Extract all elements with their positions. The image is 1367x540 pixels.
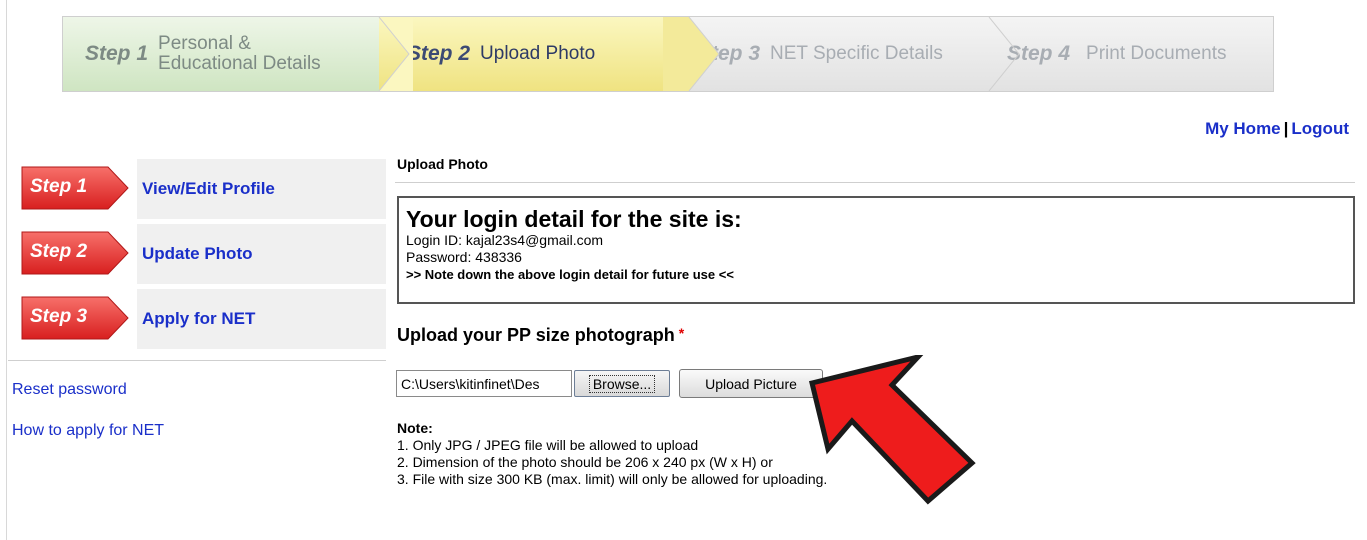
login-note: >> Note down the above login detail for … <box>406 267 734 282</box>
sidebar-link-cell: View/Edit Profile <box>137 159 386 219</box>
login-detail-box: Your login detail for the site is: Login… <box>397 196 1355 304</box>
wizard-step-1: Step 1 Personal & Educational Details <box>63 17 379 91</box>
browse-button-label: Browse... <box>588 374 656 393</box>
note-item: 2. Dimension of the photo should be 206 … <box>397 454 773 470</box>
frame-border <box>6 0 7 540</box>
upload-heading: Upload your PP size photograph * <box>397 325 684 346</box>
wizard-step-label: Upload Photo <box>480 43 596 64</box>
step-badge-label: Step 1 <box>30 176 88 197</box>
chevron-separator-icon <box>378 17 413 91</box>
sidebar-step-2: Step 2 Update Photo <box>20 224 386 284</box>
wizard-step-label: NET Specific Details <box>770 43 943 64</box>
browse-button[interactable]: Browse... <box>574 370 670 397</box>
wizard-progress: Step 1 Personal & Educational Details St… <box>62 16 1274 92</box>
wizard-step-2: Step 2 Upload Photo <box>379 17 689 91</box>
login-heading: Your login detail for the site is: <box>406 206 742 232</box>
step-badge-label: Step 2 <box>30 241 88 262</box>
wizard-step-label: Personal & Educational Details <box>158 33 321 74</box>
reset-password-link[interactable]: Reset password <box>12 381 127 399</box>
chevron-separator-icon <box>988 17 1020 91</box>
title-divider <box>395 182 1355 183</box>
red-pointer-arrow-icon <box>808 355 976 505</box>
note-title: Note: <box>397 420 433 436</box>
link-separator: | <box>1283 119 1289 138</box>
password-text: Password: 438336 <box>406 249 522 265</box>
header-links: My Home | Logout <box>1205 119 1349 139</box>
sidebar-link-cell: Apply for NET <box>137 289 386 349</box>
login-id-text: Login ID: kajal23s4@gmail.com <box>406 232 604 248</box>
required-mark: * <box>678 325 685 341</box>
upload-notes: Note: 1. Only JPG / JPEG file will be al… <box>397 420 827 488</box>
note-item: 3. File with size 300 KB (max. limit) wi… <box>397 471 828 487</box>
step-badge: Step 3 <box>20 295 130 341</box>
update-photo-link[interactable]: Update Photo <box>142 244 253 264</box>
wizard-step-number: Step 1 <box>85 42 149 65</box>
note-item: 1. Only JPG / JPEG file will be allowed … <box>397 437 699 453</box>
step-badge: Step 1 <box>20 165 130 211</box>
wizard-step-4: Step 4 Print Documents <box>989 17 1273 91</box>
sidebar-link-cell: Update Photo <box>137 224 386 284</box>
sidebar-step-1: Step 1 View/Edit Profile <box>20 159 386 219</box>
step-badge: Step 2 <box>20 230 130 276</box>
page-title: Upload Photo <box>397 156 488 172</box>
sidebar-step-3: Step 3 Apply for NET <box>20 289 386 349</box>
step-badge-label: Step 3 <box>30 306 88 327</box>
wizard-step-label: Print Documents <box>1086 43 1227 64</box>
my-home-link[interactable]: My Home <box>1205 119 1281 138</box>
upload-heading-text: Upload your PP size photograph <box>397 325 675 345</box>
sidebar-divider <box>8 360 386 361</box>
view-edit-profile-link[interactable]: View/Edit Profile <box>142 179 275 199</box>
wizard-step-number: Step 2 <box>407 42 471 65</box>
wizard-step-3: Step 3 NET Specific Details <box>689 17 989 91</box>
how-to-apply-link[interactable]: How to apply for NET <box>12 422 164 440</box>
file-path-input[interactable]: C:\Users\kitinfinet\Des <box>396 370 572 397</box>
logout-link[interactable]: Logout <box>1291 119 1349 138</box>
apply-for-net-link[interactable]: Apply for NET <box>142 309 255 329</box>
chevron-separator-icon <box>663 17 720 91</box>
